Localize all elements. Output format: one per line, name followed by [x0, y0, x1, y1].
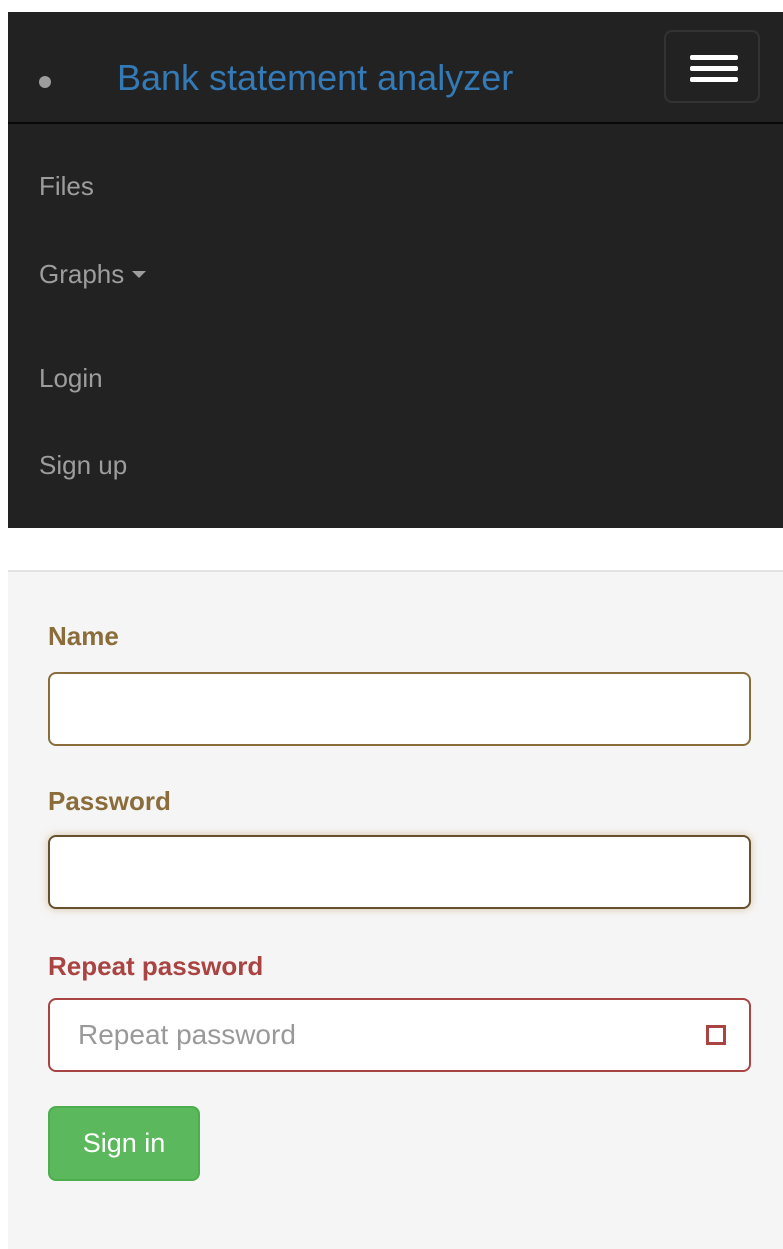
- nav-item-login[interactable]: Login: [39, 362, 103, 394]
- hamburger-menu-icon: [690, 66, 738, 71]
- navbar-toggle-button[interactable]: [664, 30, 760, 103]
- password-label: Password: [48, 786, 171, 816]
- name-input[interactable]: [48, 672, 751, 746]
- signup-form: Name Password Repeat password Sign in: [8, 570, 783, 1249]
- hamburger-menu-icon: [690, 77, 738, 82]
- repeat-password-label: Repeat password: [48, 951, 264, 981]
- repeat-password-input[interactable]: [48, 998, 751, 1072]
- brand-link[interactable]: Bank statement analyzer: [117, 56, 513, 100]
- nav-item-label: Login: [39, 363, 103, 393]
- navbar: Bank statement analyzer Files Graphs Log…: [8, 12, 783, 528]
- nav-item-label: Sign up: [39, 450, 128, 480]
- nav-item-files[interactable]: Files: [39, 170, 94, 202]
- nav-item-graphs[interactable]: Graphs: [39, 258, 147, 290]
- password-input[interactable]: [48, 835, 751, 909]
- nav-item-label: Graphs: [39, 259, 125, 289]
- nav-item-signup[interactable]: Sign up: [39, 449, 127, 481]
- nav-item-label: Files: [39, 171, 94, 201]
- hamburger-menu-icon: [690, 55, 738, 60]
- navbar-header: Bank statement analyzer: [8, 12, 783, 124]
- caret-down-icon: [132, 270, 147, 278]
- error-square-icon: [706, 1025, 726, 1045]
- bullet-icon: [39, 76, 51, 88]
- sign-in-button[interactable]: Sign in: [48, 1106, 200, 1181]
- name-label: Name: [48, 621, 119, 651]
